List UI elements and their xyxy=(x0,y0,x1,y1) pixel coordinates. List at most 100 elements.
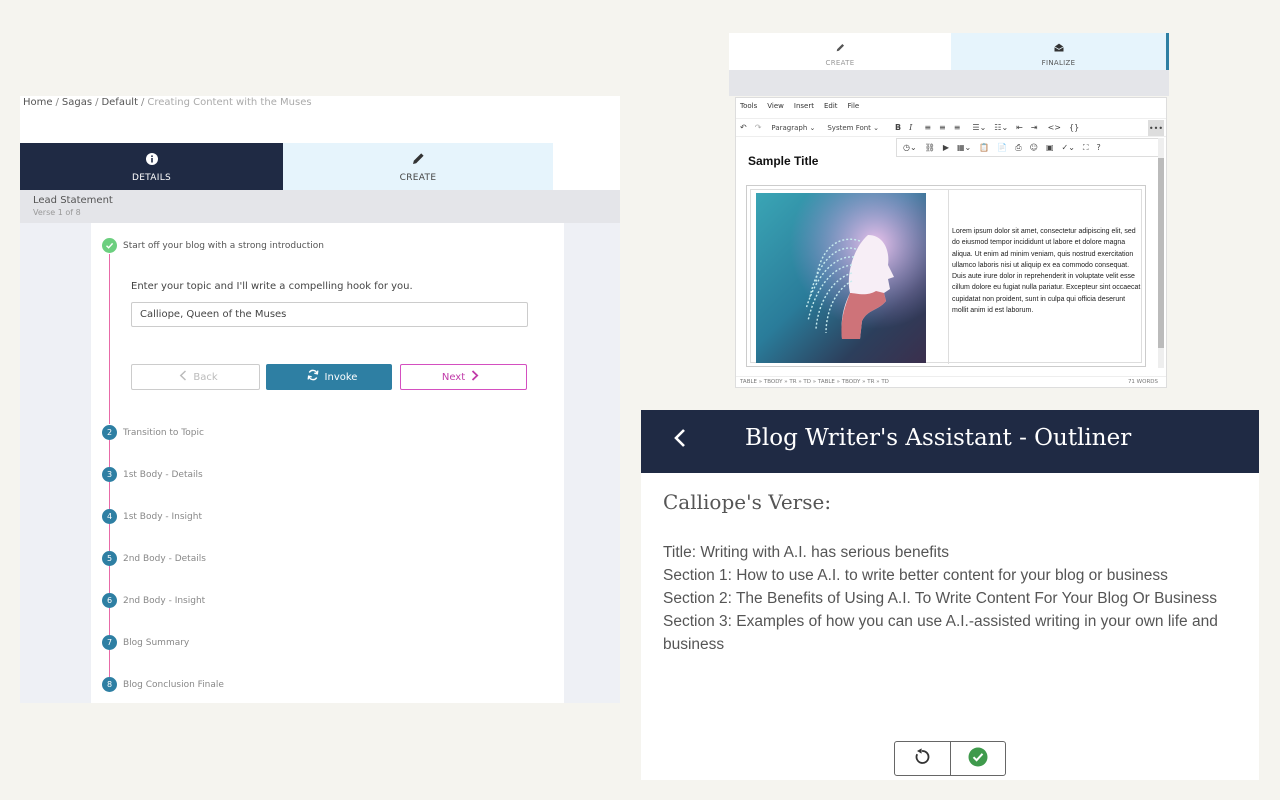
breadcrumb: Home / Sagas / Default / Creating Content with… xyxy=(23,97,312,108)
step-connector xyxy=(109,566,110,593)
align-left-icon[interactable]: ≡ xyxy=(924,123,931,132)
spellcheck-icon[interactable]: ✓⌄ xyxy=(1062,143,1075,152)
code-icon[interactable]: <> xyxy=(1048,123,1061,132)
italic-icon[interactable]: I xyxy=(909,123,912,132)
editor-gray-bar xyxy=(729,70,1169,96)
emoji-icon[interactable]: ☺ xyxy=(1030,143,1038,152)
step-label: Start off your blog with a strong introd… xyxy=(123,240,324,251)
check-circle-icon xyxy=(968,747,988,771)
align-center-icon[interactable]: ≡ xyxy=(939,123,946,132)
align-right-icon[interactable]: ≡ xyxy=(954,123,961,132)
back-button-label: Back xyxy=(193,371,218,383)
next-button-label: Next xyxy=(441,371,466,383)
more-options-icon[interactable]: ••• xyxy=(1148,120,1164,136)
table-cell-divider xyxy=(948,190,949,364)
back-button[interactable]: Back xyxy=(131,364,260,390)
next-button[interactable]: Next xyxy=(400,364,527,390)
step-connector xyxy=(109,440,110,467)
editor-toolbar: ↶ ↷ Paragraph ⌄ System Font ⌄ B I ≡ ≡ ≡ … xyxy=(736,118,1166,137)
tab-create-label: CREATE xyxy=(399,173,437,183)
document-body-text[interactable]: Lorem ipsum dolor sit amet, consectetur … xyxy=(952,226,1142,316)
document-title[interactable]: Sample Title xyxy=(748,154,818,168)
outline-line: Section 2: The Benefits of Using A.I. To… xyxy=(663,590,1217,607)
menu-view[interactable]: View xyxy=(767,102,784,110)
breadcrumb-sagas[interactable]: Sagas xyxy=(62,97,92,108)
editor-scrollbar[interactable] xyxy=(1158,138,1164,368)
table-icon[interactable]: ▦⌄ xyxy=(957,143,971,152)
font-select[interactable]: System Font ⌄ xyxy=(827,124,879,132)
menu-file[interactable]: File xyxy=(848,102,860,110)
step-5[interactable]: 5 2nd Body - Details xyxy=(102,551,206,566)
editor-tab-finalize[interactable]: FINALIZE xyxy=(951,33,1169,70)
info-icon xyxy=(145,150,158,169)
editor-tab-finalize-label: FINALIZE xyxy=(1041,58,1076,67)
section-subtitle: Verse 1 of 8 xyxy=(33,208,81,217)
image-icon[interactable]: ▣ xyxy=(1046,143,1054,152)
code-block-icon[interactable]: {} xyxy=(1069,123,1079,132)
breadcrumb-home[interactable]: Home xyxy=(23,97,53,108)
block-format-value: Paragraph xyxy=(771,123,808,132)
step-2[interactable]: 2 Transition to Topic xyxy=(102,425,204,440)
block-format-select[interactable]: Paragraph ⌄ xyxy=(771,124,815,132)
wizard-tabs: DETAILS CREATE xyxy=(20,143,553,190)
step-7[interactable]: 7 Blog Summary xyxy=(102,635,189,650)
indent-icon[interactable]: ⇥ xyxy=(1031,123,1038,132)
redo-button[interactable] xyxy=(895,742,950,775)
step-6[interactable]: 6 2nd Body - Insight xyxy=(102,593,205,608)
redo-icon[interactable]: ↷ xyxy=(755,123,762,132)
bullet-list-icon[interactable]: ☰⌄ xyxy=(972,123,986,132)
paste-icon[interactable]: 📋 xyxy=(979,143,989,152)
step-3[interactable]: 3 1st Body - Details xyxy=(102,467,203,482)
outline-line: Title: Writing with A.I. has serious ben… xyxy=(663,544,950,561)
step-label: 1st Body - Insight xyxy=(123,511,202,522)
menu-edit[interactable]: Edit xyxy=(824,102,838,110)
step-number: 5 xyxy=(102,551,117,566)
breadcrumb-default[interactable]: Default xyxy=(101,97,138,108)
outliner-title: Blog Writer's Assistant - Outliner xyxy=(745,425,1132,451)
muse-head-image[interactable] xyxy=(756,193,926,363)
tab-details-label: DETAILS xyxy=(131,173,172,183)
envelope-open-icon xyxy=(1053,37,1064,56)
fullscreen-icon[interactable]: ⛶ xyxy=(1083,143,1089,153)
tab-create[interactable]: CREATE xyxy=(283,143,553,190)
sync-icon xyxy=(307,369,319,385)
step-connector xyxy=(109,254,110,424)
step-label: 2nd Body - Insight xyxy=(123,595,206,606)
step-label: Transition to Topic xyxy=(123,427,204,438)
help-icon[interactable]: ? xyxy=(1097,143,1101,152)
section-header: Lead Statement Verse 1 of 8 xyxy=(20,190,620,223)
pencil-icon xyxy=(412,150,425,169)
step-1[interactable]: Start off your blog with a strong introd… xyxy=(102,238,324,253)
breadcrumb-current: Creating Content with the Muses xyxy=(147,97,312,108)
undo-icon[interactable]: ↶ xyxy=(740,123,747,132)
print-icon[interactable]: ⎙ xyxy=(1015,143,1021,153)
step-4[interactable]: 4 1st Body - Insight xyxy=(102,509,202,524)
editor-tab-create[interactable]: CREATE xyxy=(729,33,951,70)
bold-icon[interactable]: B xyxy=(895,123,901,132)
outdent-icon[interactable]: ⇤ xyxy=(1016,123,1023,132)
step-number: 7 xyxy=(102,635,117,650)
clock-icon[interactable]: ◷⌄ xyxy=(903,143,917,152)
word-count: 71 WORDS xyxy=(1127,379,1158,385)
step-number: 3 xyxy=(102,467,117,482)
topic-input[interactable] xyxy=(131,302,528,327)
link-icon[interactable]: ⛓ xyxy=(925,143,935,152)
menu-tools[interactable]: Tools xyxy=(740,102,757,110)
back-arrow-icon[interactable] xyxy=(673,426,687,456)
outliner-header: Blog Writer's Assistant - Outliner xyxy=(641,410,1259,473)
step-8[interactable]: 8 Blog Conclusion Finale xyxy=(102,677,224,692)
editor-statusbar: TABLE » TBODY » TR » TD » TABLE » TBODY … xyxy=(736,376,1166,388)
step-connector xyxy=(109,524,110,551)
numbered-list-icon[interactable]: ☷⌄ xyxy=(994,123,1008,132)
editor-menubar: Tools View Insert Edit File xyxy=(740,102,859,110)
invoke-button[interactable]: Invoke xyxy=(266,364,392,390)
step-connector xyxy=(109,608,110,635)
check-icon xyxy=(102,238,117,253)
tab-details[interactable]: DETAILS xyxy=(20,143,283,190)
menu-insert[interactable]: Insert xyxy=(794,102,814,110)
media-icon[interactable]: ▶ xyxy=(943,143,949,152)
approve-button[interactable] xyxy=(949,742,1005,775)
paste-text-icon[interactable]: 📄 xyxy=(997,143,1007,152)
editor-scroll-thumb[interactable] xyxy=(1158,158,1164,348)
outline-line: Section 1: How to use A.I. to write bett… xyxy=(663,567,1168,584)
